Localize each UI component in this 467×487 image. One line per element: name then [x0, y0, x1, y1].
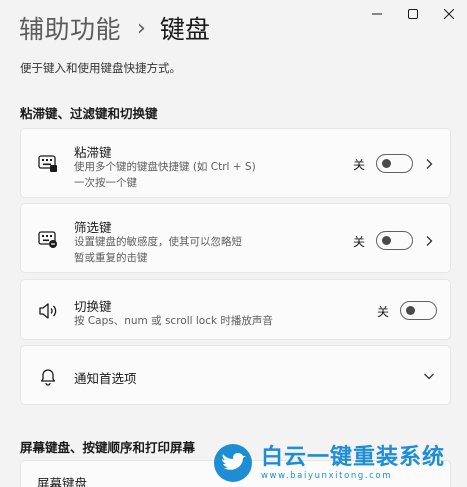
section-title-keys: 粘滞键、过滤键和切换键 — [20, 106, 158, 121]
watermark: 白云一键重装系统 www.baiyunxitong.com — [213, 439, 467, 487]
bell-icon — [40, 369, 56, 386]
toggle-knob — [406, 306, 415, 315]
minimize-button[interactable] — [359, 0, 395, 28]
maximize-icon — [408, 9, 418, 19]
notification-preferences-title: 通知首选项 — [74, 371, 137, 386]
breadcrumb: 辅助功能 › 键盘 — [19, 10, 210, 46]
filter-keys-card[interactable]: 筛选键 设置键盘的敏感度，使其可以忽略短 暂或重复的击键 关 — [20, 203, 451, 273]
chevron-right-icon[interactable] — [423, 158, 435, 170]
filter-keys-toggle[interactable] — [376, 231, 413, 250]
watermark-text: 白云一键重装系统 — [261, 445, 446, 470]
page-description: 便于键入和使用键盘快捷方式。 — [20, 61, 181, 75]
notification-preferences-card[interactable]: 通知首选项 — [20, 345, 451, 405]
sticky-keys-toggle[interactable] — [376, 154, 413, 173]
filter-keys-desc-1: 设置键盘的敏感度，使其可以忽略短 — [74, 236, 242, 248]
filter-keys-desc-2: 暂或重复的击键 — [74, 252, 148, 264]
toggle-keys-card: 切换键 按 Caps、num 或 scroll lock 时播放声音 关 — [20, 279, 451, 340]
sticky-keys-toggle-label: 关 — [353, 158, 366, 172]
chevron-right-icon[interactable] — [423, 235, 435, 247]
window-controls — [359, 0, 467, 28]
filter-keys-toggle-label: 关 — [353, 235, 366, 249]
watermark-url: www.baiyunxitong.com — [261, 471, 393, 481]
close-icon — [444, 9, 454, 19]
sticky-keys-card[interactable]: 粘滞键 使用多个键的键盘快捷键 (如 Ctrl + S) 一次按一个键 关 — [20, 128, 451, 198]
sticky-keys-desc-1: 使用多个键的键盘快捷键 (如 Ctrl + S) — [74, 161, 256, 173]
toggle-knob — [382, 159, 391, 168]
minimize-icon — [372, 13, 382, 15]
maximize-button[interactable] — [395, 0, 431, 28]
toggle-keys-toggle[interactable] — [400, 301, 437, 320]
onscreen-keyboard-title: 屏幕键盘 — [37, 476, 88, 487]
sticky-keys-desc-2: 一次按一个键 — [74, 177, 137, 189]
close-button[interactable] — [431, 0, 467, 28]
filter-keys-icon — [38, 231, 57, 248]
bird-logo-icon — [214, 444, 252, 482]
toggle-keys-toggle-label: 关 — [377, 305, 390, 319]
page-title: 键盘 — [159, 15, 210, 44]
toggle-keys-desc: 按 Caps、num 或 scroll lock 时播放声音 — [74, 315, 273, 327]
speaker-icon — [39, 303, 57, 319]
breadcrumb-separator-icon: › — [137, 15, 146, 41]
section-title-screen: 屏幕键盘、按键顺序和打印屏幕 — [20, 440, 196, 455]
breadcrumb-parent[interactable]: 辅助功能 — [19, 10, 121, 46]
sticky-keys-icon — [38, 155, 57, 172]
toggle-knob — [382, 236, 391, 245]
chevron-down-icon[interactable] — [423, 370, 435, 382]
